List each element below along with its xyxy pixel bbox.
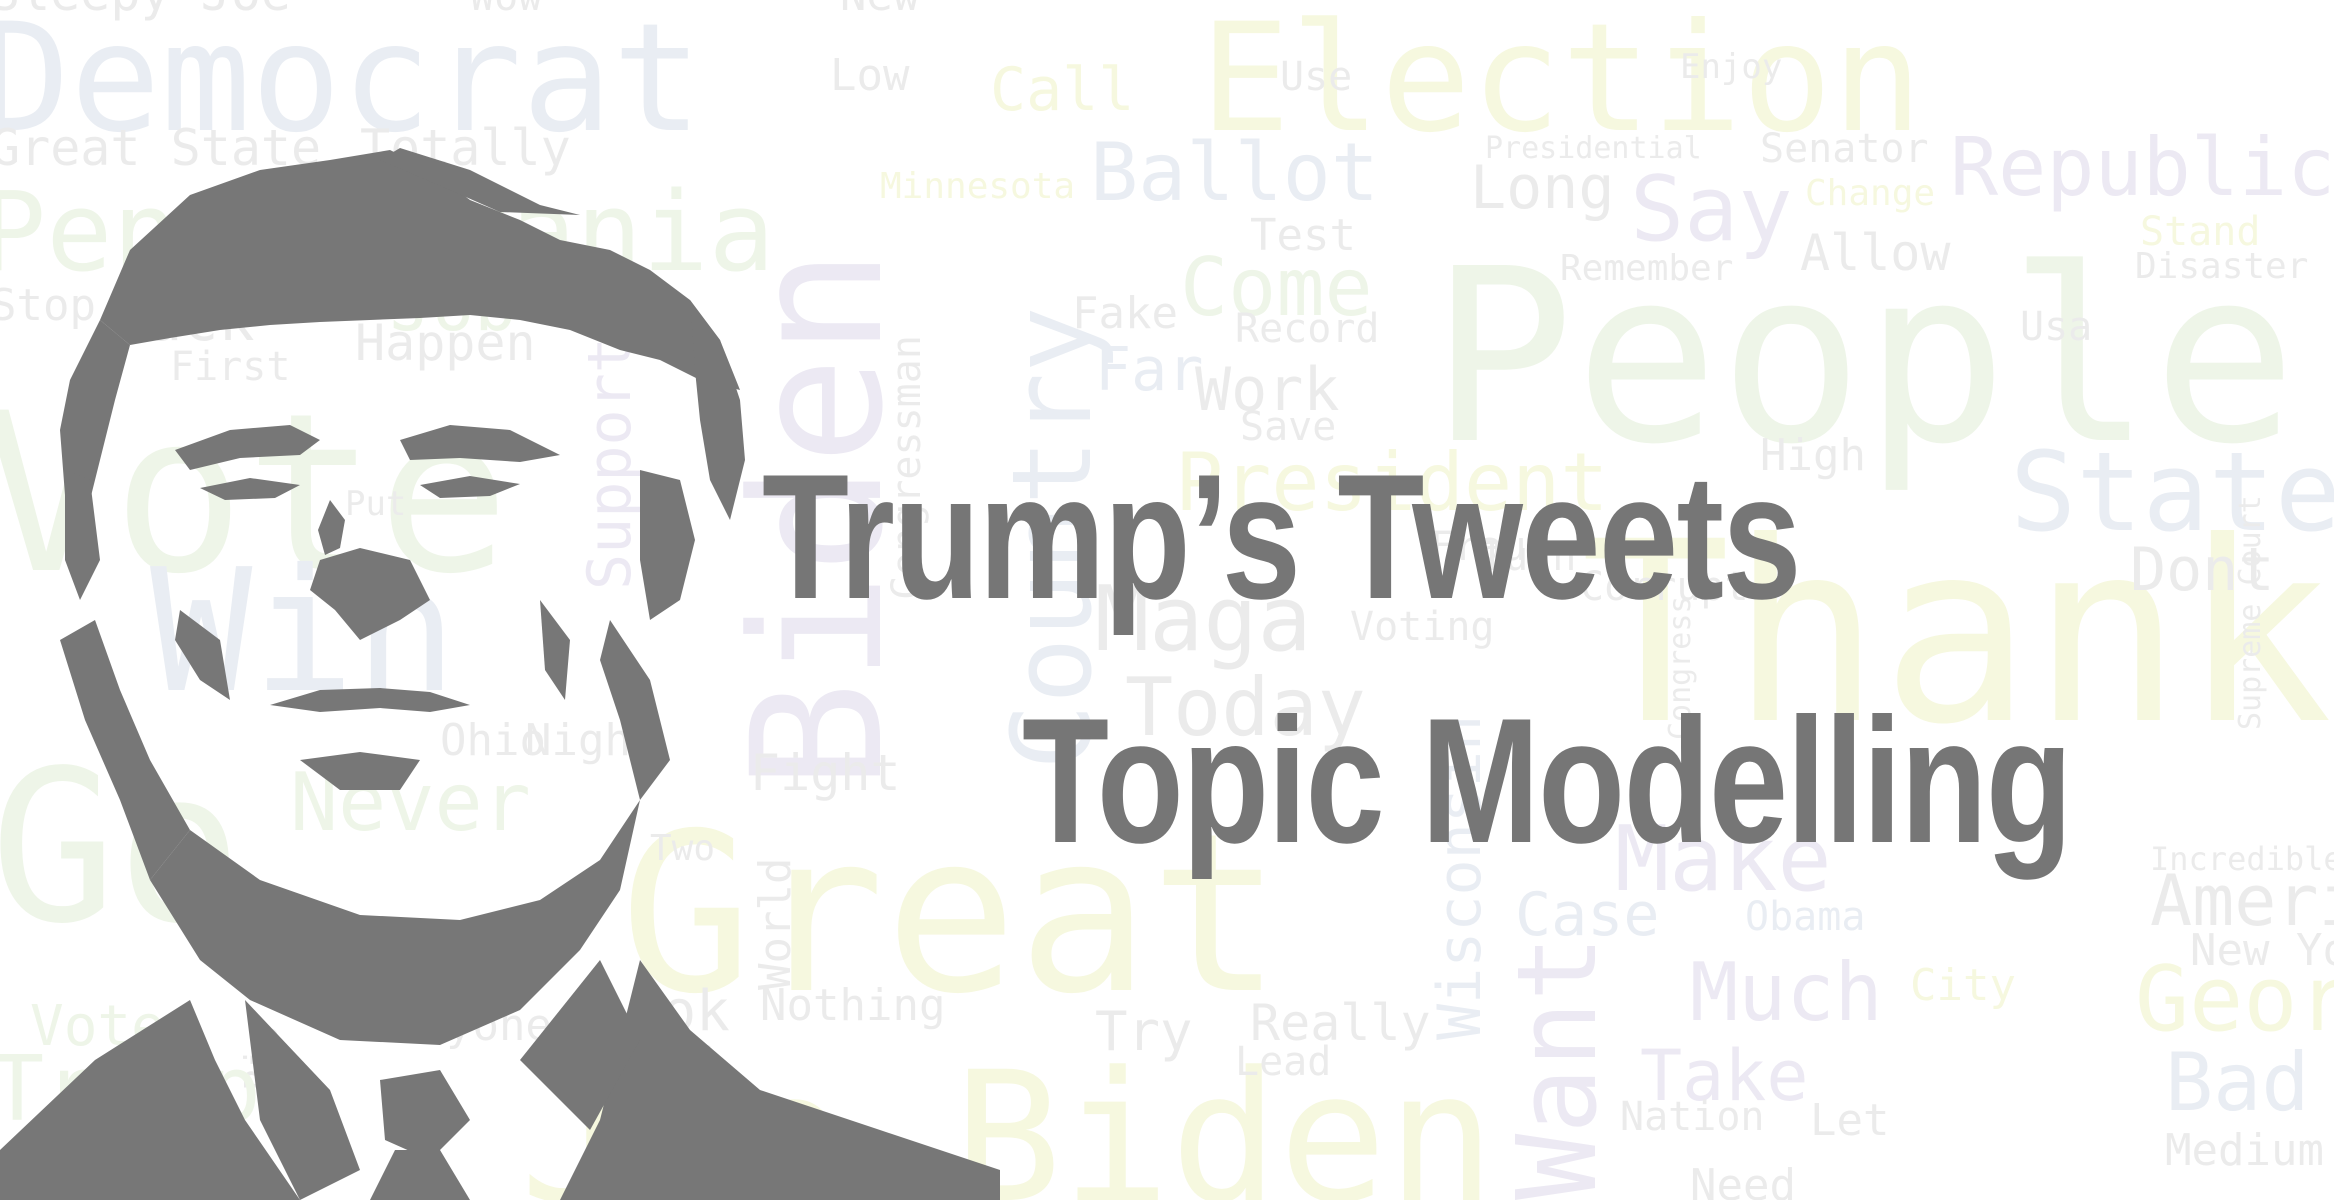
title-line-1: Trump’s Tweets bbox=[762, 437, 1802, 636]
cloud-word: Want bbox=[1493, 935, 1621, 1200]
cloud-word: Try bbox=[1095, 1000, 1193, 1063]
cloud-word: Long bbox=[1470, 153, 1615, 223]
tie bbox=[370, 1150, 470, 1200]
chin-shadow bbox=[300, 752, 420, 790]
cloud-word: Ballot bbox=[1090, 126, 1379, 219]
cheek-right bbox=[540, 600, 570, 700]
brow-left bbox=[175, 425, 320, 470]
cloud-word: Allow bbox=[1800, 224, 1951, 282]
cloud-word: Obama bbox=[1745, 894, 1865, 940]
jaw-right bbox=[600, 620, 670, 800]
cloud-word: Disaster bbox=[2135, 246, 2308, 287]
cloud-word: Let bbox=[1810, 1095, 1889, 1146]
cloud-word: Supreme Court bbox=[2233, 495, 2268, 730]
ear-left bbox=[65, 470, 100, 600]
hair-right bbox=[690, 300, 745, 520]
jaw-left bbox=[60, 620, 190, 880]
cloud-word: Use bbox=[1280, 54, 1352, 100]
cloud-word: Call bbox=[990, 55, 1135, 125]
nose-line bbox=[318, 500, 345, 555]
cloud-word: Republican bbox=[1950, 121, 2334, 214]
cloud-word: Test bbox=[1250, 210, 1356, 261]
cloud-word: Usa bbox=[2020, 304, 2092, 350]
hair-top bbox=[100, 150, 740, 390]
cloud-word: Much bbox=[1690, 946, 1883, 1039]
cloud-word: Medium bbox=[2165, 1125, 2324, 1176]
brow-right bbox=[400, 425, 560, 462]
cloud-word: Say bbox=[1630, 157, 1793, 262]
cloud-word: City bbox=[1910, 960, 2016, 1011]
cloud-word: Change bbox=[1805, 173, 1935, 214]
cloud-word: Enjoy bbox=[1680, 47, 1782, 87]
cloud-word: Incredible bbox=[2150, 840, 2334, 878]
cheek-left bbox=[175, 610, 230, 700]
eye-left bbox=[200, 478, 300, 500]
cloud-word: Fake bbox=[1072, 288, 1178, 339]
cloud-word: Need bbox=[1690, 1160, 1796, 1200]
cloud-word: Record bbox=[1235, 306, 1380, 352]
cloud-word: Remember bbox=[1560, 248, 1733, 289]
title-line-2: Topic Modelling bbox=[1022, 681, 2073, 880]
ear-right bbox=[640, 470, 695, 620]
tie-knot bbox=[380, 1070, 470, 1160]
suit-right bbox=[560, 960, 1000, 1200]
cloud-word: Far bbox=[1095, 335, 1203, 405]
cloud-word: Senator bbox=[1760, 126, 1929, 172]
cloud-word: Bad bbox=[2165, 1036, 2310, 1129]
nose-shadow bbox=[310, 548, 430, 640]
cloud-word: New York bbox=[2190, 925, 2334, 976]
banner: DemocratElectionPeopleBidenCountryPennsy… bbox=[0, 0, 2334, 1200]
mouth bbox=[270, 688, 470, 712]
eye-right bbox=[420, 476, 520, 498]
cloud-word: Nation bbox=[1620, 1094, 1765, 1140]
cloud-word: Lead bbox=[1235, 1039, 1331, 1085]
